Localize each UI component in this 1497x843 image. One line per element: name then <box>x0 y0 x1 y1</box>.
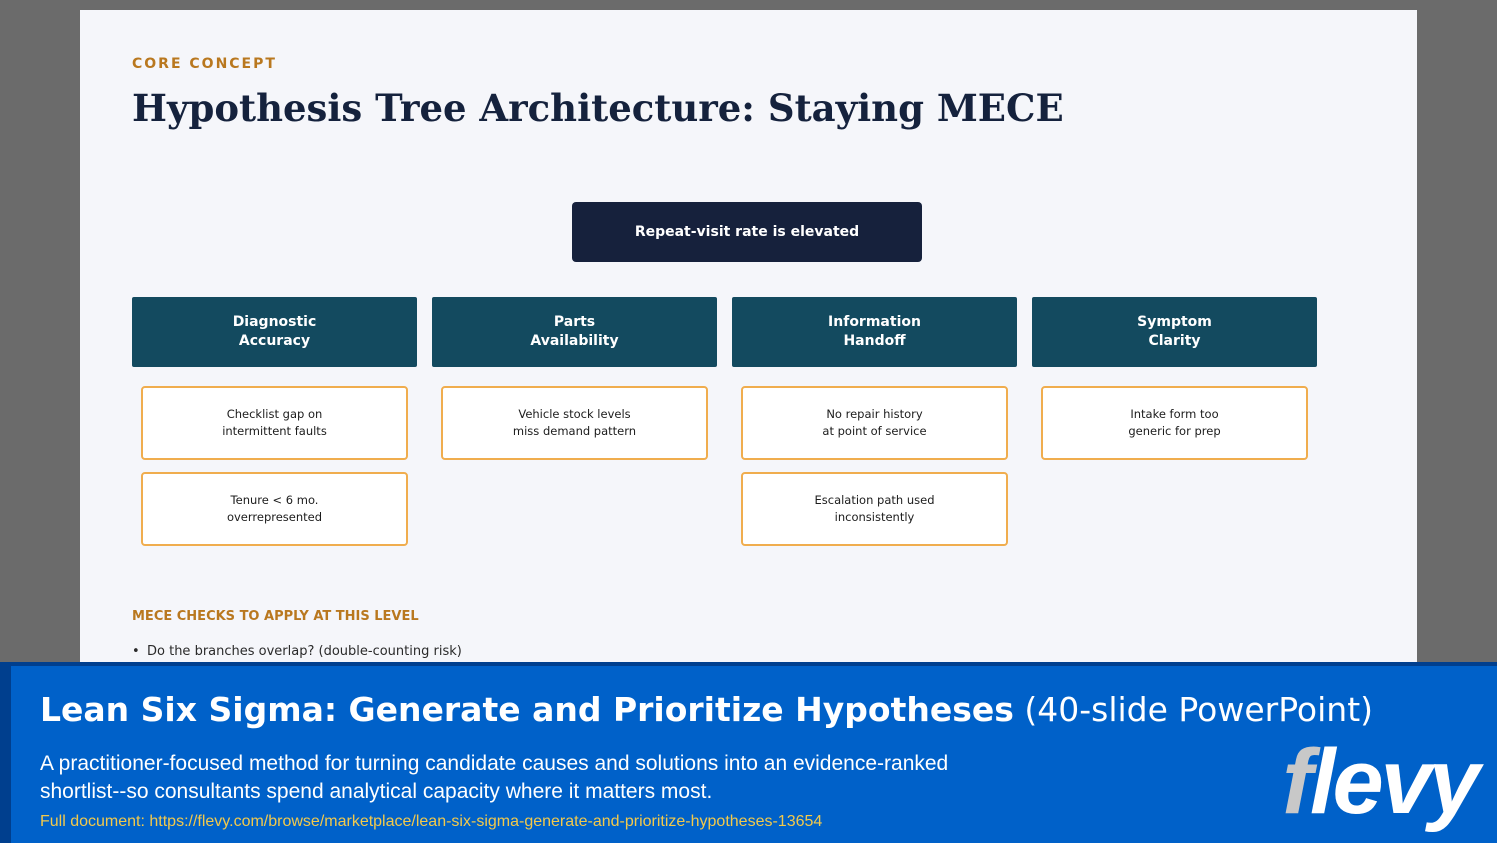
logo-letters: levy <box>1309 731 1480 833</box>
branch-parts-availability: Parts Availability <box>432 297 717 367</box>
mece-check-text: Do the branches overlap? (double-countin… <box>147 644 462 659</box>
leaf-node: Tenure < 6 mo. overrepresented <box>141 472 408 546</box>
banner-title-main: Lean Six Sigma: Generate and Prioritize … <box>40 690 1014 729</box>
branch-diagnostic-accuracy: Diagnostic Accuracy <box>132 297 417 367</box>
bullet-icon: • <box>132 644 140 659</box>
mece-check-item: • Do the branches overlap? (double-counti… <box>132 644 462 659</box>
leaf-node: Intake form too generic for prep <box>1041 386 1308 460</box>
slide-eyebrow: CORE CONCEPT <box>132 56 277 72</box>
promo-banner: Lean Six Sigma: Generate and Prioritize … <box>0 662 1497 843</box>
document-link[interactable]: Full document: https://flevy.com/browse/… <box>40 813 822 831</box>
slide: CORE CONCEPT Hypothesis Tree Architectur… <box>80 10 1417 663</box>
leaf-node: Vehicle stock levels miss demand pattern <box>441 386 708 460</box>
leaf-node: No repair history at point of service <box>741 386 1008 460</box>
banner-description: A practitioner-focused method for turnin… <box>40 752 949 803</box>
branch-symptom-clarity: Symptom Clarity <box>1032 297 1317 367</box>
flevy-logo[interactable]: flevy <box>1282 736 1480 828</box>
mece-checks-heading: MECE CHECKS TO APPLY AT THIS LEVEL <box>132 609 419 624</box>
slide-title: Hypothesis Tree Architecture: Staying ME… <box>132 86 1064 130</box>
banner-title-suffix: (40-slide PowerPoint) <box>1013 690 1374 729</box>
leaf-node: Escalation path used inconsistently <box>741 472 1008 546</box>
branch-information-handoff: Information Handoff <box>732 297 1017 367</box>
leaf-node: Checklist gap on intermittent faults <box>141 386 408 460</box>
banner-title: Lean Six Sigma: Generate and Prioritize … <box>40 690 1373 729</box>
tree-root-node: Repeat-visit rate is elevated <box>572 202 922 262</box>
logo-letter-f: f <box>1282 731 1313 833</box>
